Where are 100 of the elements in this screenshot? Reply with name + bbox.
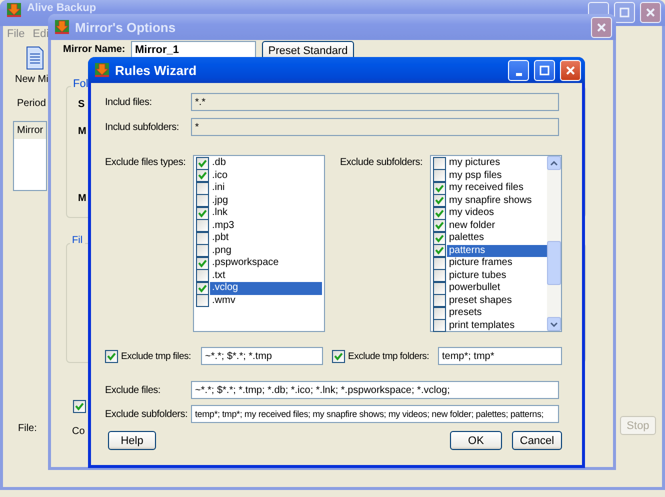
- checkbox-list[interactable]: my pictures my psp files my received files my snapfire shows my videos new folder palettes patterns picture frames picture tubes powerbullet preset shapes presets print templates: [430, 155, 562, 332]
- checkbox[interactable]: [196, 206, 209, 220]
- checkbox[interactable]: [433, 269, 446, 282]
- list-item[interactable]: my pictures: [447, 157, 547, 170]
- field-label: Includ subfolders:: [105, 122, 180, 132]
- window-title: Alive Backup: [27, 2, 98, 14]
- list-item[interactable]: .ico: [210, 170, 322, 182]
- list-item[interactable]: .jpg: [210, 194, 322, 207]
- app-icon: [54, 19, 70, 35]
- field-label: S: [78, 99, 85, 110]
- checkbox[interactable]: [196, 219, 209, 232]
- window-title: Rules Wizard: [115, 62, 198, 78]
- list-item[interactable]: patterns: [447, 244, 547, 257]
- checkbox[interactable]: [433, 219, 446, 232]
- checkbox[interactable]: [433, 206, 446, 220]
- list-item[interactable]: .pbt: [210, 232, 322, 244]
- field-label: Exclude subfolders:: [105, 408, 189, 420]
- field-label: Includ files:: [105, 96, 153, 108]
- checkbox[interactable]: [332, 350, 345, 362]
- checkbox[interactable]: [196, 232, 209, 245]
- app-icon: [6, 2, 22, 18]
- list-item[interactable]: palettes: [447, 232, 547, 244]
- checkbox[interactable]: [433, 169, 446, 182]
- list-item[interactable]: .png: [210, 244, 322, 257]
- document-icon: [25, 46, 45, 70]
- close-button[interactable]: [640, 2, 661, 23]
- checkbox[interactable]: [433, 194, 446, 208]
- checkbox[interactable]: [196, 194, 209, 208]
- input-field[interactable]: *.*: [191, 93, 559, 111]
- input-field[interactable]: *: [191, 118, 559, 136]
- close-icon: [565, 64, 576, 76]
- checkbox[interactable]: [433, 282, 446, 295]
- checkbox[interactable]: [105, 350, 118, 362]
- list-item[interactable]: my psp files: [447, 170, 547, 182]
- list-item[interactable]: my videos: [447, 207, 547, 220]
- list-view[interactable]: Mirror: [13, 121, 47, 191]
- checkbox-list[interactable]: .db .ico .ini .jpg .lnk .mp3 .pbt .png .pspworkspace .txt .vclog .wmv: [193, 155, 325, 332]
- help-button[interactable]: Help: [108, 431, 156, 450]
- list-item[interactable]: picture frames: [447, 257, 547, 270]
- input-field[interactable]: temp*; tmp*: [438, 347, 562, 365]
- close-button[interactable]: [591, 16, 612, 38]
- group-label: Fol: [71, 78, 90, 90]
- maximize-icon: [619, 7, 630, 18]
- field-label: M: [78, 126, 86, 137]
- close-icon: [645, 7, 656, 18]
- app-icon: [94, 62, 110, 78]
- checkbox[interactable]: [433, 319, 446, 332]
- list-item[interactable]: .vclog: [210, 282, 322, 294]
- checkbox[interactable]: [433, 232, 446, 245]
- cancel-button[interactable]: Cancel: [512, 431, 562, 450]
- checkbox[interactable]: [433, 306, 446, 320]
- checkbox[interactable]: [196, 244, 209, 258]
- maximize-button[interactable]: [534, 60, 555, 80]
- list-item[interactable]: new folder: [447, 220, 547, 232]
- checkbox[interactable]: [196, 169, 209, 182]
- checkbox[interactable]: [196, 294, 209, 308]
- minimize-icon: [516, 72, 522, 76]
- list-item[interactable]: .pspworkspace: [210, 257, 322, 270]
- scrollbar[interactable]: [547, 156, 561, 331]
- ok-button[interactable]: OK: [450, 431, 502, 450]
- minimize-button[interactable]: [508, 60, 529, 80]
- input-field[interactable]: temp*; tmp*; my received files; my snapfire shows; my videos; new folder; palettes; patterns;: [191, 405, 559, 423]
- checkbox[interactable]: [433, 156, 446, 170]
- list-item[interactable]: .txt: [210, 270, 322, 282]
- input-field[interactable]: ~*.*; $*.*; *.tmp; *.db; *.ico; *.lnk; *.pspworkspace; *.vclog;: [191, 381, 559, 399]
- checkbox[interactable]: [196, 156, 209, 170]
- list-item[interactable]: .wmv: [210, 294, 322, 307]
- list-item[interactable]: picture tubes: [447, 270, 547, 282]
- checkbox-label: Exclude tmp folders:: [348, 350, 430, 362]
- checkbox[interactable]: [433, 256, 446, 270]
- close-button[interactable]: [560, 60, 581, 80]
- checkbox[interactable]: [433, 182, 446, 195]
- toolbar-label[interactable]: New Mi: [15, 74, 48, 85]
- list-item[interactable]: .lnk: [210, 207, 322, 220]
- field-label: Exclude files types:: [105, 157, 187, 168]
- input-field[interactable]: ~*.*; $*.*; *.tmp: [201, 347, 323, 365]
- list-item[interactable]: powerbullet: [447, 282, 547, 294]
- field-label: File:: [18, 423, 37, 434]
- checkbox[interactable]: [196, 182, 209, 195]
- list-item[interactable]: preset shapes: [447, 294, 547, 307]
- list-item[interactable]: .mp3: [210, 220, 322, 232]
- field-label: Co: [72, 426, 85, 437]
- list-item[interactable]: my received files: [447, 182, 547, 194]
- field-label: Mirror Name:: [63, 44, 126, 55]
- checkbox[interactable]: [73, 400, 86, 413]
- list-item[interactable]: print templates: [447, 320, 547, 332]
- list-item[interactable]: .db: [210, 157, 322, 170]
- list-item[interactable]: my snapfire shows: [447, 194, 547, 207]
- list-item[interactable]: .ini: [210, 182, 322, 194]
- column-header[interactable]: Mirror: [14, 122, 46, 139]
- group-label: Fil: [70, 235, 85, 246]
- checkbox[interactable]: [433, 244, 446, 258]
- checkbox[interactable]: [196, 282, 209, 295]
- checkbox[interactable]: [196, 269, 209, 282]
- checkbox[interactable]: [433, 294, 446, 308]
- field-label: Period: [17, 98, 46, 109]
- list-item[interactable]: presets: [447, 307, 547, 320]
- field-label: Exclude files:: [105, 384, 162, 396]
- checkbox[interactable]: [196, 256, 209, 270]
- checkbox-label: Exclude tmp files:: [121, 350, 192, 362]
